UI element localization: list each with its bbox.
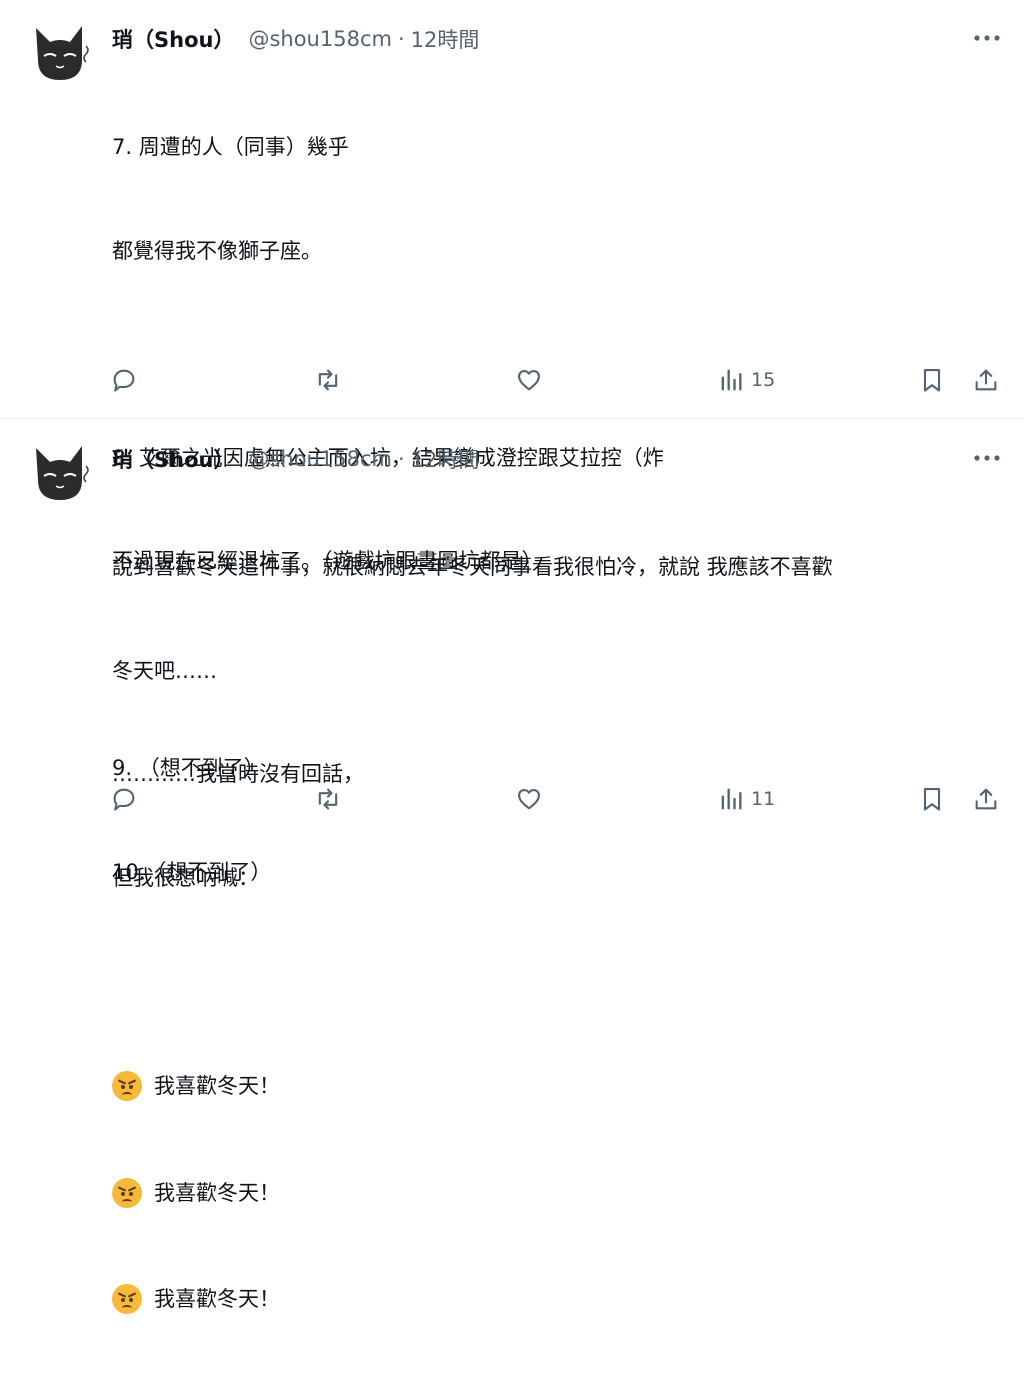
divider	[0, 418, 1024, 419]
emoji-line: 我喜歡冬天！	[112, 1281, 1007, 1319]
like-button[interactable]	[515, 784, 543, 814]
views-icon	[721, 788, 742, 810]
tweet-header: 琑（Shou） @shou158cm · 12時間	[112, 444, 479, 474]
text-line: ​	[112, 964, 1007, 999]
separator: ·	[397, 27, 405, 51]
more-icon	[974, 455, 1000, 461]
tweet-text: 說到喜歡冬天這件事，就很納悶去年冬天同事看我很怕冷，就說 我應該不喜歡 冬天吧……	[112, 481, 1007, 1387]
author-name[interactable]: 琑（Shou）	[112, 444, 234, 474]
reply-button[interactable]	[110, 365, 138, 395]
more-button[interactable]	[970, 28, 1004, 48]
timestamp[interactable]: 12時間	[411, 444, 480, 474]
angry-face-emoji	[112, 1071, 142, 1102]
like-icon	[518, 369, 540, 391]
avatar[interactable]	[28, 20, 92, 84]
tweet-header: 琑（Shou） @shou158cm · 12時間	[112, 24, 479, 54]
views-button[interactable]: 11	[717, 784, 775, 814]
timestamp[interactable]: 12時間	[411, 24, 480, 54]
reply-button[interactable]	[110, 784, 138, 814]
bookmark-button[interactable]	[918, 365, 946, 395]
emoji-line: 我喜歡冬天！	[112, 1068, 1007, 1106]
bookmark-icon	[923, 788, 941, 811]
share-icon	[975, 788, 997, 810]
author-handle[interactable]: @shou158cm	[248, 27, 392, 51]
author-handle[interactable]: @shou158cm	[248, 447, 392, 471]
retweet-icon	[318, 369, 338, 391]
avatar[interactable]	[28, 440, 92, 504]
bookmark-icon	[923, 369, 941, 392]
emoji-line-text: 我喜歡冬天！	[154, 1287, 280, 1311]
share-icon	[975, 369, 997, 391]
like-button[interactable]	[515, 365, 543, 395]
more-button[interactable]	[970, 448, 1004, 468]
more-icon	[974, 35, 1000, 41]
text-line: 說到喜歡冬天這件事，就很納悶去年冬天同事看我很怕冷，就說 我應該不喜歡	[112, 555, 833, 579]
views-count: 15	[751, 369, 776, 391]
reply-icon	[113, 788, 135, 811]
bookmark-button[interactable]	[918, 784, 946, 814]
retweet-button[interactable]	[314, 365, 342, 395]
views-button[interactable]: 15	[717, 365, 775, 395]
reply-icon	[113, 369, 135, 392]
text-line: 冬天吧……	[112, 658, 217, 683]
views-count: 11	[751, 788, 776, 810]
share-button[interactable]	[972, 784, 1000, 814]
author-name[interactable]: 琑（Shou）	[112, 24, 234, 54]
angry-face-emoji	[112, 1284, 142, 1315]
text-line: 但我很想吶喊：	[112, 865, 259, 890]
tweet[interactable]: 琑（Shou） @shou158cm · 12時間 7. 周遭的人（同事）幾乎 …	[0, 0, 1024, 884]
text-line: 7. 周遭的人（同事）幾乎	[112, 135, 349, 159]
action-bar: 15	[110, 365, 1005, 395]
views-icon	[721, 369, 742, 391]
angry-face-emoji	[112, 1177, 142, 1208]
retweet-icon	[318, 788, 338, 810]
emoji-line: 我喜歡冬天！	[112, 1174, 1007, 1212]
action-bar: 11	[110, 784, 1005, 814]
retweet-button[interactable]	[314, 784, 342, 814]
emoji-line-text: 我喜歡冬天！	[154, 1180, 280, 1205]
text-line: 都覺得我不像獅子座。	[112, 238, 322, 263]
emoji-line-text: 我喜歡冬天！	[154, 1074, 280, 1098]
like-icon	[518, 788, 540, 810]
separator: ·	[397, 447, 405, 471]
share-button[interactable]	[972, 365, 1000, 395]
